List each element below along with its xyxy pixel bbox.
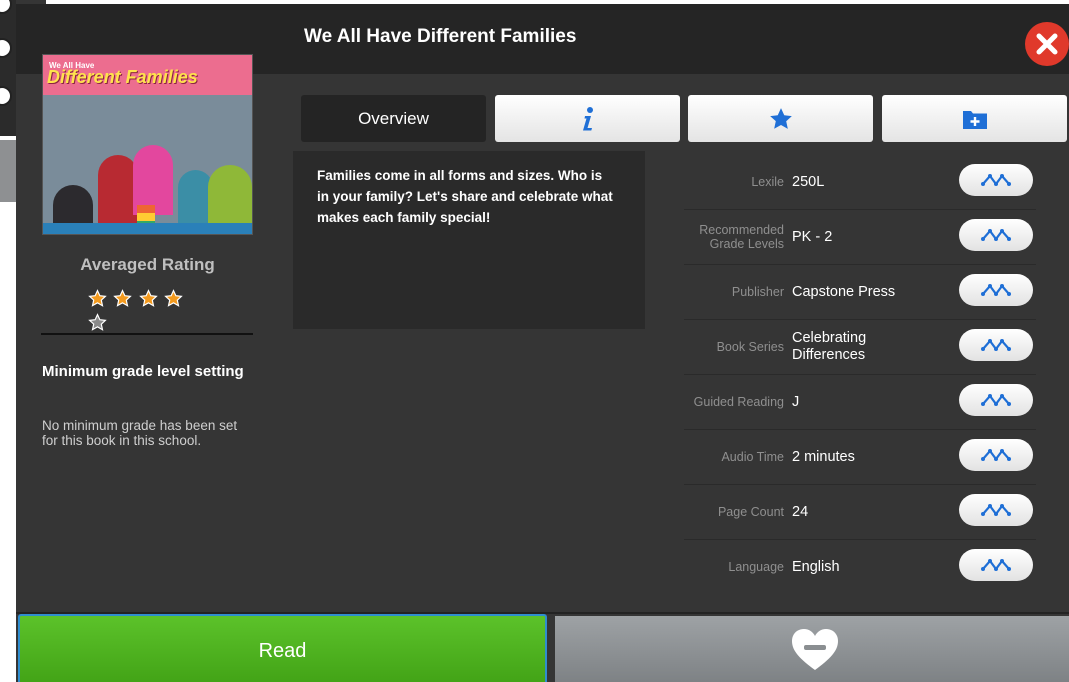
detail-row-audio-time: Audio Time 2 minutes — [684, 430, 1036, 485]
tab-overview[interactable]: Overview — [301, 95, 486, 142]
similar-icon — [981, 174, 1011, 186]
detail-value: English — [792, 558, 840, 575]
folder-add-icon — [962, 110, 987, 129]
cover-footer — [43, 223, 252, 234]
detail-label: Recommended Grade Levels — [699, 223, 784, 251]
min-grade-body: No minimum grade has been set for this b… — [42, 418, 238, 448]
similar-books-button[interactable] — [959, 219, 1033, 251]
similar-icon — [981, 394, 1011, 406]
rating-stars — [88, 289, 208, 331]
detail-row-publisher: Publisher Capstone Press — [684, 265, 1036, 320]
info-icon — [582, 106, 593, 130]
star-icon — [113, 289, 133, 308]
similar-books-button[interactable] — [959, 439, 1033, 471]
star-icon — [164, 289, 184, 308]
star-icon — [769, 107, 792, 129]
detail-row-lexile: Lexile 250L — [684, 155, 1036, 210]
read-button[interactable]: Read — [18, 614, 547, 682]
detail-value: J — [792, 393, 800, 410]
heart-minus-icon — [792, 629, 838, 670]
star-icon — [139, 289, 158, 308]
detail-label: Audio Time — [721, 450, 784, 464]
detail-label: Guided Reading — [693, 395, 784, 409]
similar-books-button[interactable] — [959, 329, 1033, 361]
detail-row-book-series: Book Series Celebrating Differences — [684, 320, 1036, 375]
star-empty-icon — [88, 313, 107, 332]
star-icon — [88, 289, 107, 308]
background-radio-list — [0, 0, 16, 136]
tab-add-to-folder[interactable] — [882, 95, 1067, 142]
detail-value: PK - 2 — [792, 228, 833, 245]
similar-icon — [981, 559, 1011, 571]
description-text: Families come in all forms and sizes. Wh… — [317, 168, 613, 225]
detail-value: Capstone Press — [792, 283, 896, 300]
detail-value: 24 — [792, 503, 809, 520]
detail-value: Celebrating Differences — [792, 330, 867, 363]
detail-label: Page Count — [717, 505, 784, 519]
divider — [41, 333, 253, 335]
book-cover: We All Have Different Families — [43, 55, 252, 234]
similar-books-button[interactable] — [959, 164, 1033, 196]
similar-icon — [981, 229, 1011, 241]
detail-row-grade-levels: Recommended Grade Levels PK - 2 — [684, 210, 1036, 265]
detail-label: Book Series — [716, 340, 784, 354]
radio-icon[interactable] — [0, 86, 12, 106]
cover-illustration — [43, 95, 252, 234]
detail-label: Publisher — [731, 285, 784, 299]
tab-info[interactable] — [495, 95, 680, 142]
similar-books-button[interactable] — [959, 384, 1033, 416]
detail-value: 250L — [792, 173, 825, 190]
tab-favorite[interactable] — [688, 95, 873, 142]
detail-row-page-count: Page Count 24 — [684, 485, 1036, 540]
close-icon — [1036, 33, 1058, 55]
similar-books-button[interactable] — [959, 274, 1033, 306]
detail-label: Language — [728, 560, 784, 574]
book-details-modal: We All Have Different Families We All Ha… — [16, 0, 1069, 682]
similar-icon — [981, 504, 1011, 516]
background-panel — [0, 140, 16, 202]
detail-row-guided-reading: Guided Reading J — [684, 375, 1036, 430]
book-title: We All Have Different Families — [304, 26, 577, 47]
similar-icon — [981, 449, 1011, 461]
detail-value: 2 minutes — [792, 448, 855, 465]
min-grade-title: Minimum grade level setting — [42, 363, 244, 380]
similar-books-button[interactable] — [959, 494, 1033, 526]
radio-icon[interactable] — [0, 38, 12, 58]
similar-icon — [981, 339, 1011, 351]
radio-icon[interactable] — [0, 0, 12, 14]
description-panel: Families come in all forms and sizes. Wh… — [293, 151, 645, 329]
similar-icon — [981, 284, 1011, 296]
remove-favorite-button[interactable] — [555, 616, 1069, 682]
similar-books-button[interactable] — [959, 549, 1033, 581]
averaged-rating-label: Averaged Rating — [80, 255, 215, 274]
detail-row-language: Language English — [684, 540, 1036, 594]
cover-title-text: Different Families — [47, 67, 198, 87]
close-button[interactable] — [1025, 22, 1069, 66]
detail-label: Lexile — [751, 175, 784, 189]
cover-header: We All Have Different Families — [43, 55, 252, 95]
